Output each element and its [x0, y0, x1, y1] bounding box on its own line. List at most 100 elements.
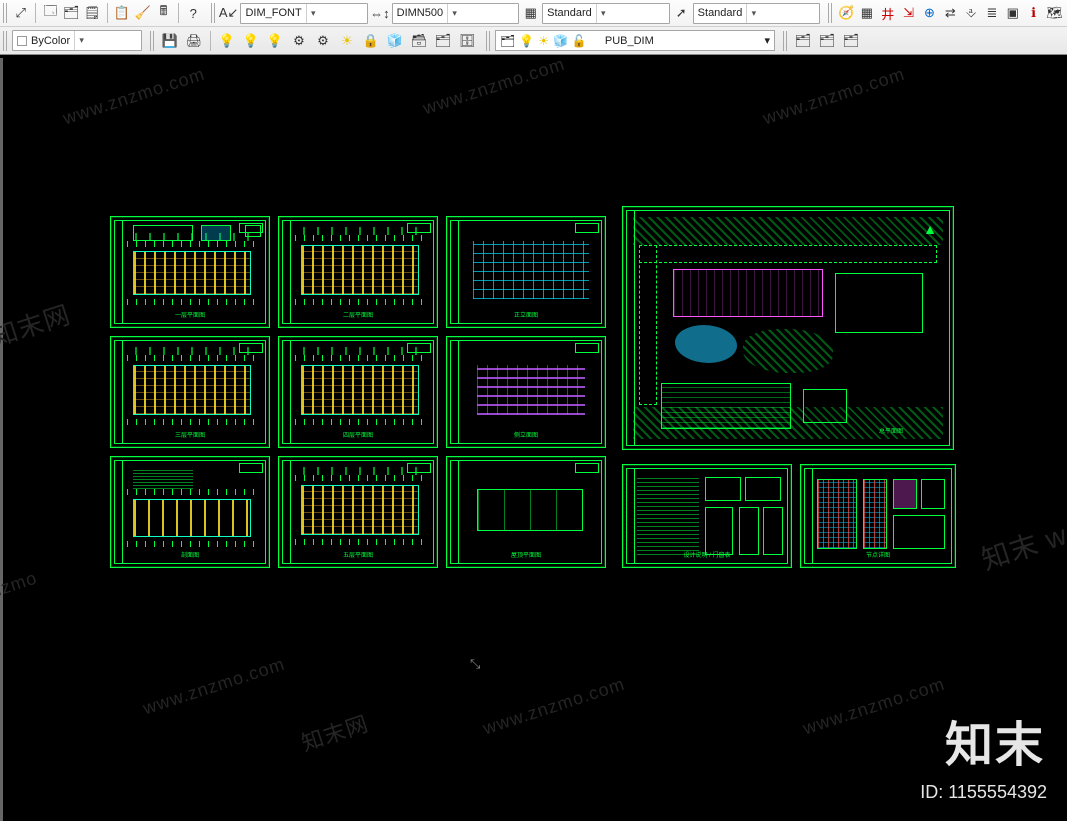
layer-vpfreeze-icon: 🧊 [553, 34, 568, 48]
text-style-value: DIM_FONT [245, 7, 305, 19]
paste-icon[interactable]: 📋 [112, 2, 131, 24]
quick-properties-icon[interactable]: ℹ [1024, 2, 1043, 24]
properties-icon[interactable]: 🗔 [41, 2, 60, 24]
watermark-text: www.znzmo.com [800, 674, 947, 740]
dim-style-icon[interactable]: ⇔↕ [370, 2, 390, 24]
cad-application-window: ⤢ 🗔 🗂 🗒 📋 🧹 🖩 ? A↙ DIM_FONT ▾ ⇔↕ DIMN500… [0, 0, 1067, 821]
layer-lock-icon[interactable]: 🔒 [360, 30, 382, 52]
padlock-open-icon: 🔓 [572, 34, 587, 48]
toolbar-grip[interactable] [150, 31, 155, 51]
polar-toggle-icon[interactable]: ⇲ [899, 2, 918, 24]
mleader-style-combo[interactable]: Standard ▾ [693, 3, 821, 24]
drawing-sheet[interactable]: 五层平面图 [278, 456, 438, 568]
layer-freeze-icon[interactable]: 🧊 [384, 30, 406, 52]
watermark-text: www.znzmo.com [140, 654, 287, 720]
toolbar-grip[interactable] [783, 31, 788, 51]
table-style-combo[interactable]: Standard ▾ [542, 3, 670, 24]
layer-settings-icon[interactable]: ⚙ [312, 30, 334, 52]
sheet-title: 三层平面图 [175, 430, 205, 439]
dyninput-toggle-icon[interactable]: ⎀ [962, 2, 981, 24]
watermark-text: www.znzmo.com [420, 56, 567, 119]
chevron-down-icon: ▾ [764, 34, 770, 47]
layer-walk-icon[interactable]: 🗄 [456, 30, 478, 52]
toolpalette-icon[interactable]: 🗒 [83, 2, 102, 24]
quickcalc-icon[interactable]: 🖩 [154, 2, 173, 24]
mleader-style-icon[interactable]: ➚ [672, 2, 691, 24]
object-color-combo[interactable]: ByColor ▾ [12, 30, 142, 51]
cleanscreen-icon[interactable]: 🧹 [133, 2, 152, 24]
drawing-sheet[interactable]: 四层平面图 [278, 336, 438, 448]
drawing-sheet[interactable]: 屋顶平面图 [446, 456, 606, 568]
crosshair-marker-icon: ⤡ [470, 656, 480, 672]
layer-off-icon[interactable]: 💡 [240, 30, 262, 52]
help-icon[interactable]: ? [184, 2, 203, 24]
layer-filter-icon: 🗂 [500, 34, 515, 48]
lineweight-toggle-icon[interactable]: ≣ [983, 2, 1002, 24]
sheet-title: 侧立面图 [514, 430, 538, 439]
chevron-down-icon: ▾ [596, 4, 610, 23]
dim-style-combo[interactable]: DIMN500 ▾ [392, 3, 520, 24]
drawing-sheet[interactable]: 侧立面图 [446, 336, 606, 448]
drawing-sheet[interactable]: 设计说明 / 门窗表 [622, 464, 792, 568]
layer-props-icon[interactable]: 🗃 [408, 30, 430, 52]
grid-toggle-icon[interactable]: ▦ [857, 2, 876, 24]
chevron-down-icon: ▾ [447, 4, 461, 23]
toolbar-row-layers: ByColor ▾ 💾 🖨 💡 💡 💡 ⚙ ⚙ ☀ 🔒 🧊 🗃 🗂 🗄 🗂 💡 … [0, 27, 1067, 54]
layer-on-icon[interactable]: 💡 [216, 30, 238, 52]
layer-settings-icon[interactable]: ⚙ [288, 30, 310, 52]
watermark-text: www.znzmo.com [60, 64, 207, 130]
layer-on-icon: 💡 [519, 34, 534, 48]
layer-tool-icon[interactable]: 💾 [159, 30, 181, 52]
transparency-toggle-icon[interactable]: ▣ [1003, 2, 1022, 24]
drawing-sheet[interactable]: 二层平面图 [278, 216, 438, 328]
color-swatch-icon [17, 36, 27, 46]
layer-thaw-icon: ☀ [538, 34, 549, 48]
sheetset-icon[interactable]: 🗂 [62, 2, 81, 24]
ortho-toggle-icon[interactable]: 井 [878, 2, 897, 24]
toolbar-grip[interactable] [3, 31, 8, 51]
drawing-sheet[interactable]: 正立面图 [446, 216, 606, 328]
dim-style-value: DIMN500 [397, 7, 447, 19]
table-style-icon[interactable]: ▦ [521, 2, 540, 24]
layer-iso-icon[interactable]: 💡 [264, 30, 286, 52]
current-layer-name: PUB_DIM [605, 35, 761, 47]
site-plan-sheet[interactable]: ▲ 总平面图 [622, 206, 954, 450]
modelspace-canvas[interactable]: www.znzmo.com www.znzmo.com www.znzmo.co… [0, 56, 1067, 821]
chevron-down-icon: ▾ [74, 31, 88, 50]
zoom-extents-icon[interactable]: ⤢ [11, 2, 30, 24]
toolbar-grip[interactable] [3, 3, 7, 23]
site-plan-content: ▲ [633, 217, 943, 439]
text-style-combo[interactable]: DIM_FONT ▾ [240, 3, 368, 24]
mleader-style-value: Standard [698, 7, 747, 19]
layer-tool-icon[interactable]: 🖨 [183, 30, 205, 52]
sheet-title: 设计说明 / 门窗表 [683, 550, 730, 559]
layer-match-icon[interactable]: 🗂 [816, 30, 838, 52]
drawing-sheet[interactable]: 剖面图 [110, 456, 270, 568]
osnap-toggle-icon[interactable]: ⊕ [920, 2, 939, 24]
layer-state-icon[interactable]: 🗂 [840, 30, 862, 52]
drawing-sheet[interactable]: 一层平面图 [110, 216, 270, 328]
drawing-sheet[interactable]: 三层平面图 [110, 336, 270, 448]
sheet-title: 总平面图 [879, 426, 903, 435]
drawing-sheet[interactable]: 节点详图 [800, 464, 956, 568]
sheet-title: 四层平面图 [343, 430, 373, 439]
toolbar-grip[interactable] [211, 3, 215, 23]
sheet-title: 节点详图 [866, 550, 890, 559]
toolbar-grip[interactable] [486, 31, 491, 51]
selection-display-icon[interactable]: 🧭 [837, 2, 856, 24]
table-style-value: Standard [547, 7, 596, 19]
canvas-gutter [0, 58, 3, 821]
toolbar-area: ⤢ 🗔 🗂 🗒 📋 🧹 🖩 ? A↙ DIM_FONT ▾ ⇔↕ DIMN500… [0, 0, 1067, 55]
selection-cycling-icon[interactable]: 🗺 [1045, 2, 1064, 24]
toolbar-row-styles: ⤢ 🗔 🗂 🗒 📋 🧹 🖩 ? A↙ DIM_FONT ▾ ⇔↕ DIMN500… [0, 0, 1067, 27]
layer-states-icon[interactable]: 🗂 [432, 30, 454, 52]
text-style-icon[interactable]: A↙ [219, 2, 239, 24]
asset-id-label: ID: 1155554392 [920, 782, 1047, 803]
sheet-title: 屋顶平面图 [511, 550, 541, 559]
layer-previous-icon[interactable]: 🗂 [792, 30, 814, 52]
layer-thaw-icon[interactable]: ☀ [336, 30, 358, 52]
watermark-logo: 知末 [945, 705, 1045, 775]
current-layer-combo[interactable]: 🗂 💡 ☀ 🧊 🔓 PUB_DIM ▾ [495, 30, 775, 51]
otrack-toggle-icon[interactable]: ⇄ [941, 2, 960, 24]
toolbar-grip[interactable] [828, 3, 832, 23]
